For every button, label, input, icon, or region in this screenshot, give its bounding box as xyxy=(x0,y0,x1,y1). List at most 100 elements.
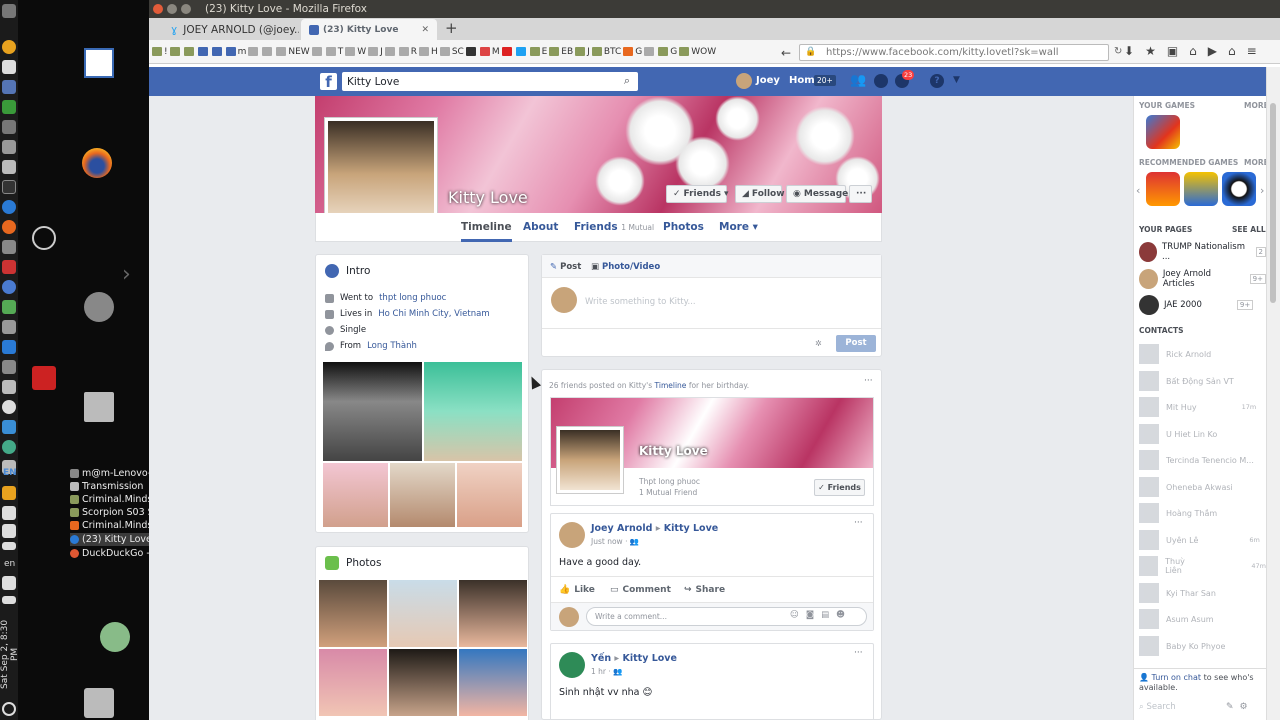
games-next-icon[interactable]: › xyxy=(1260,184,1264,197)
pocket-icon[interactable]: ▣ xyxy=(1167,44,1178,58)
document-icon[interactable] xyxy=(84,48,114,78)
close-tab-icon[interactable]: ✕ xyxy=(421,25,429,35)
bookmark[interactable] xyxy=(183,47,196,56)
keyboard-lang-indicator[interactable]: EN xyxy=(3,468,17,478)
author-avatar[interactable] xyxy=(559,522,585,548)
intro-photo[interactable] xyxy=(323,463,388,527)
camera-small-icon[interactable]: ◙ xyxy=(806,610,814,620)
user-avatar[interactable] xyxy=(736,73,752,89)
bookmark[interactable]: SC xyxy=(439,47,464,57)
intro-photo[interactable] xyxy=(424,362,522,461)
volume-icon[interactable] xyxy=(2,576,16,590)
bookmark[interactable] xyxy=(465,47,478,56)
games-prev-icon[interactable]: ‹ xyxy=(1136,184,1140,197)
search-input[interactable]: Kitty Love ⌕ xyxy=(342,72,638,91)
account-menu-icon[interactable]: ▼ xyxy=(953,75,960,85)
bookmark-star-icon[interactable]: ★ xyxy=(1145,44,1156,58)
settings-gear-icon[interactable]: ✲ xyxy=(815,339,822,348)
post-time[interactable]: 1 hr · 👥 xyxy=(591,667,623,676)
lock-secure-icon[interactable]: 🔒 xyxy=(805,47,816,57)
tab-photos[interactable]: Photos xyxy=(663,221,704,233)
firefox-icon[interactable] xyxy=(82,148,112,178)
contact-item[interactable]: Bất Động Sản VT xyxy=(1139,371,1234,391)
tab-facebook[interactable]: (23) Kitty Love ✕ xyxy=(301,19,437,40)
page-item[interactable]: TRUMP Nationalism ... 2 xyxy=(1139,242,1266,262)
minimize-window-icon[interactable] xyxy=(167,4,177,14)
game-thumb[interactable] xyxy=(1146,172,1180,206)
page-scrollbar[interactable] xyxy=(1266,67,1280,720)
bookmark[interactable]: m xyxy=(225,47,246,57)
intro-photo[interactable] xyxy=(457,463,522,527)
post-options-icon[interactable]: ··· xyxy=(854,518,863,528)
friends-button[interactable]: ✓ Friends ▾ xyxy=(666,185,728,203)
image-icon[interactable] xyxy=(2,300,16,314)
contact-item[interactable]: Uyên Lê 6m xyxy=(1139,530,1260,550)
spreadsheet-icon[interactable] xyxy=(2,100,16,114)
post-author[interactable]: Yến ▸ Kitty Love xyxy=(591,653,677,664)
bookmark[interactable]: E xyxy=(529,47,547,57)
contact-item[interactable]: Rick Arnold xyxy=(1139,344,1211,364)
gif-icon[interactable]: ▤ xyxy=(821,610,829,620)
bookmark[interactable]: J xyxy=(575,47,590,57)
chevron-right-icon[interactable]: › xyxy=(122,262,131,287)
bookmark[interactable] xyxy=(197,47,210,56)
close-window-icon[interactable] xyxy=(153,4,163,14)
message-button[interactable]: ◉ Message xyxy=(786,185,848,203)
printer-icon[interactable] xyxy=(2,380,16,394)
post-options-icon[interactable]: ··· xyxy=(864,376,873,386)
sticker-icon[interactable]: ☻ xyxy=(836,610,845,620)
post-author[interactable]: Joey Arnold ▸ Kitty Love xyxy=(591,523,718,534)
mini-name[interactable]: Kitty Love xyxy=(639,444,708,458)
contact-item[interactable]: Asum Asum xyxy=(1139,609,1214,629)
text-editor-icon[interactable] xyxy=(2,60,16,74)
contact-item[interactable]: Tercinda Tenencio M... xyxy=(1139,450,1254,470)
clock[interactable]: Sat Sep 2, 8:30 PM xyxy=(0,612,20,696)
compose-icon[interactable]: ✎ xyxy=(1226,702,1234,712)
intro-photo[interactable] xyxy=(390,463,455,527)
battery-status-icon[interactable] xyxy=(2,596,16,604)
library-icon[interactable]: ⌂ xyxy=(1189,44,1197,58)
messenger-icon[interactable] xyxy=(874,74,888,88)
reload-icon[interactable]: ↻ xyxy=(1114,46,1122,57)
filezilla-icon[interactable] xyxy=(32,366,56,390)
contact-item[interactable]: Baby Ko Phyoe xyxy=(1139,636,1225,656)
share-button[interactable]: ↪ Share xyxy=(684,585,725,595)
mini-mutual[interactable]: 1 Mutual Friend xyxy=(639,488,697,497)
files-icon[interactable] xyxy=(2,140,16,154)
bookmark[interactable]: G xyxy=(658,47,677,57)
bookmark[interactable] xyxy=(262,47,274,56)
intro-photo[interactable] xyxy=(323,362,422,461)
back-icon[interactable]: ← xyxy=(781,46,791,60)
network-icon[interactable] xyxy=(2,340,16,354)
ubuntu-icon[interactable] xyxy=(2,220,16,234)
photo-thumb[interactable] xyxy=(459,580,527,647)
tab-photo-video[interactable]: ▣ Photo/Video xyxy=(591,262,660,272)
profile-name[interactable]: Kitty Love xyxy=(448,188,528,207)
url-bar[interactable]: https://www.facebook.com/kitty.lovetl?sk… xyxy=(799,44,1109,61)
manager-icon[interactable] xyxy=(2,240,16,254)
help-icon[interactable]: ? xyxy=(930,74,944,88)
contact-item[interactable]: Thuỳ Liên 47m xyxy=(1139,556,1266,576)
docs-icon[interactable] xyxy=(2,420,16,434)
facebook-logo-icon[interactable]: f xyxy=(320,73,337,91)
candy-crush-icon[interactable] xyxy=(1146,115,1180,149)
bitcoin-icon[interactable] xyxy=(2,40,16,54)
youtube-icon[interactable]: ▶ xyxy=(1208,44,1217,58)
contact-item[interactable]: Mit Huy 17m xyxy=(1139,397,1256,417)
power-icon[interactable] xyxy=(2,702,16,716)
user-name[interactable]: Joey xyxy=(756,75,780,86)
contact-item[interactable]: U Hiet Lin Ko xyxy=(1139,424,1217,444)
bookmark[interactable]: NEW xyxy=(276,47,310,57)
bookmark[interactable]: J xyxy=(368,47,383,57)
maximize-window-icon[interactable] xyxy=(181,4,191,14)
tab-timeline[interactable]: Timeline xyxy=(461,221,512,242)
bookmark[interactable] xyxy=(169,47,182,56)
bookmark[interactable] xyxy=(311,47,324,56)
chat-settings-icon[interactable]: ⚙ xyxy=(1240,702,1248,712)
photo-thumb[interactable] xyxy=(319,580,387,647)
like-button[interactable]: 👍 Like xyxy=(559,585,595,595)
browser-icon[interactable] xyxy=(2,200,16,214)
post-button[interactable]: Post xyxy=(836,335,876,352)
media-icon[interactable] xyxy=(2,260,16,274)
lock-icon[interactable] xyxy=(84,292,114,322)
